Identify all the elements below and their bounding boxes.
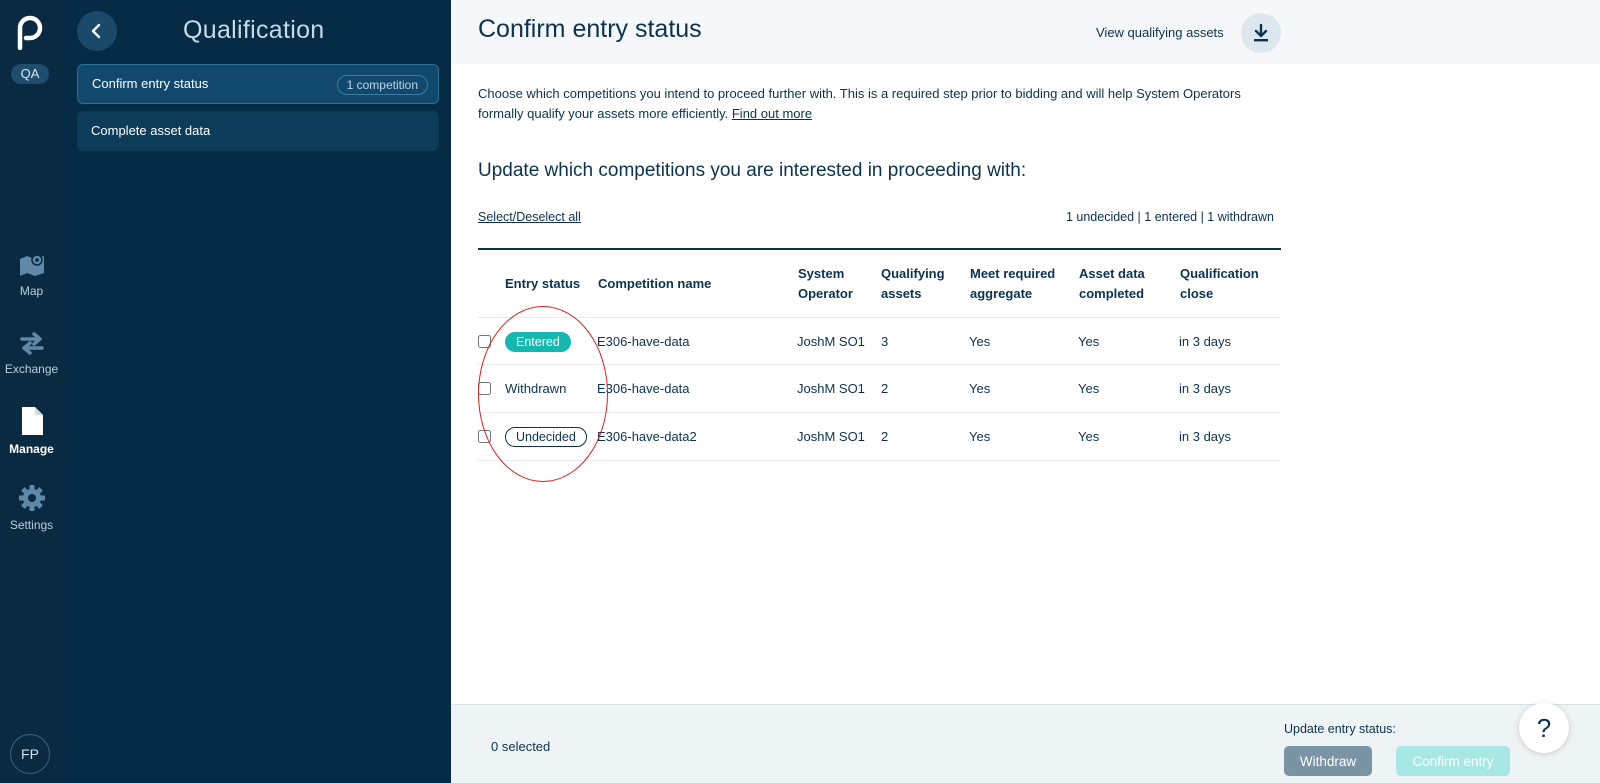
row-checkbox[interactable] [478, 430, 491, 443]
meet-aggregate: Yes [969, 429, 991, 444]
competition-name: E306-have-data2 [597, 429, 697, 444]
asset-data-completed: Yes [1078, 334, 1100, 349]
icon-rail: QA Map Exchange Manage Settings FP [0, 0, 63, 783]
header-competition-name[interactable]: Competition name [598, 274, 711, 294]
chevron-left-icon [91, 23, 101, 39]
meet-aggregate: Yes [969, 334, 991, 349]
asset-data-completed: Yes [1078, 429, 1100, 444]
nav-exchange-label: Exchange [4, 362, 59, 376]
main-content: Confirm entry status View qualifying ass… [451, 0, 1600, 783]
back-button[interactable] [77, 11, 117, 51]
nav-exchange[interactable]: Exchange [0, 330, 63, 400]
status-summary: 1 undecided | 1 entered | 1 withdrawn [1065, 210, 1274, 224]
user-avatar[interactable]: FP [10, 734, 50, 774]
nav-map-label: Map [19, 284, 44, 298]
competition-count-badge: 1 competition [336, 75, 428, 95]
section-title: Update which competitions you are intere… [478, 160, 1027, 181]
view-qualifying-assets-link[interactable]: View qualifying assets [1096, 25, 1224, 40]
header-system-operator[interactable]: System Operator [798, 264, 864, 304]
system-operator: JoshM SO1 [797, 381, 865, 396]
system-operator: JoshM SO1 [797, 429, 865, 444]
qualification-close: in 3 days [1179, 381, 1232, 396]
status-badge-entered: Entered [505, 332, 571, 352]
logo-icon[interactable] [14, 14, 46, 50]
qualifying-assets: 2 [881, 381, 889, 396]
withdraw-button[interactable]: Withdraw [1284, 746, 1372, 776]
qualification-close: in 3 days [1179, 429, 1232, 444]
row-checkbox[interactable] [478, 335, 491, 348]
header-asset-data-completed[interactable]: Asset data completed [1079, 264, 1159, 304]
environment-badge: QA [11, 64, 49, 84]
header-qualifying-assets[interactable]: Qualifying assets [881, 264, 955, 304]
header-qualification-close[interactable]: Qualification close [1180, 264, 1276, 304]
subnav-title: Qualification [183, 16, 325, 44]
qualification-close: in 3 days [1179, 334, 1232, 349]
asset-data-completed: Yes [1078, 381, 1100, 396]
status-text-withdrawn: Withdrawn [505, 381, 567, 396]
page-header: Confirm entry status View qualifying ass… [451, 0, 1600, 64]
competition-name: E306-have-data [597, 334, 690, 349]
subnav-item-complete-asset-data[interactable]: Complete asset data [77, 111, 439, 151]
table-row[interactable]: Undecided E306-have-data2 JoshM SO1 2 Ye… [478, 413, 1281, 461]
nav-map[interactable]: Map [0, 252, 63, 322]
table-row[interactable]: Withdrawn E306-have-data JoshM SO1 2 Yes… [478, 365, 1281, 413]
nav-manage-label: Manage [9, 442, 54, 456]
status-badge-undecided: Undecided [505, 427, 587, 447]
header-entry-status[interactable]: Entry status [505, 274, 580, 294]
qualifying-assets: 2 [881, 429, 889, 444]
exchange-icon [19, 332, 44, 355]
selected-count: 0 selected [491, 739, 551, 754]
header-meet-required-aggregate[interactable]: Meet required aggregate [970, 264, 1070, 304]
update-entry-status-label: Update entry status: [1284, 722, 1396, 736]
competition-name: E306-have-data [597, 381, 690, 396]
subnav-item-label: Complete asset data [91, 123, 211, 138]
table-row[interactable]: Entered E306-have-data JoshM SO1 3 Yes Y… [478, 317, 1281, 365]
gear-icon [18, 485, 45, 511]
qualification-subnav: Qualification Confirm entry status 1 com… [63, 0, 451, 783]
download-button[interactable] [1241, 13, 1281, 53]
row-checkbox[interactable] [478, 382, 491, 395]
meet-aggregate: Yes [969, 381, 991, 396]
select-deselect-all-link[interactable]: Select/Deselect all [478, 210, 581, 224]
action-footer: 0 selected Update entry status: Withdraw… [451, 704, 1600, 783]
intro-text: Choose which competitions you intend to … [478, 86, 837, 101]
download-icon [1254, 24, 1268, 42]
find-out-more-link[interactable]: Find out more [732, 106, 812, 121]
confirm-entry-button[interactable]: Confirm entry [1396, 746, 1510, 776]
help-button[interactable]: ? [1519, 703, 1569, 753]
document-icon [21, 407, 43, 435]
map-icon [19, 254, 44, 276]
nav-settings[interactable]: Settings [0, 484, 63, 554]
subnav-item-label: Confirm entry status [92, 76, 209, 91]
system-operator: JoshM SO1 [797, 334, 865, 349]
subnav-item-confirm-entry-status[interactable]: Confirm entry status 1 competition [77, 64, 439, 104]
page-title: Confirm entry status [478, 15, 702, 43]
qualifying-assets: 3 [881, 334, 889, 349]
nav-manage[interactable]: Manage [0, 406, 63, 476]
nav-settings-label: Settings [9, 518, 54, 532]
intro-paragraph: Choose which competitions you intend to … [478, 84, 1278, 124]
table-top-rule [478, 248, 1281, 250]
